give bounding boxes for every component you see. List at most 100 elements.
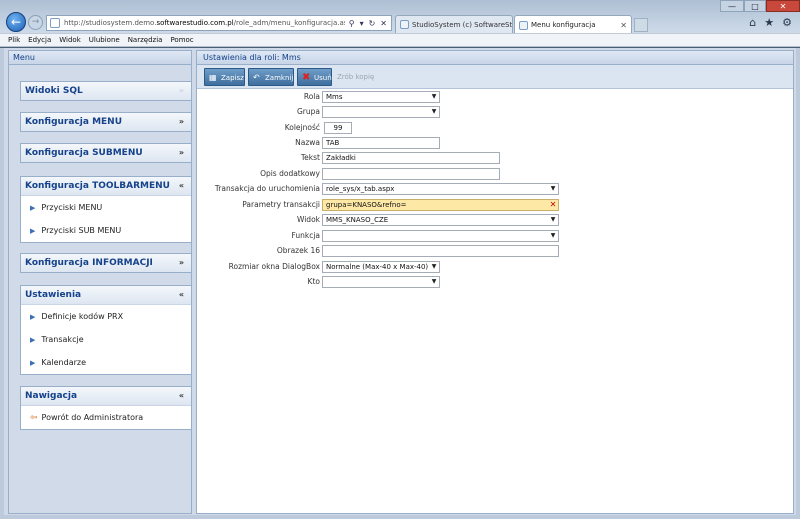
- close-tab-icon[interactable]: ✕: [620, 21, 627, 30]
- funkcja-select[interactable]: ▼: [322, 230, 559, 242]
- grupa-label: Grupa: [296, 107, 320, 116]
- widok-value: MMS_KNASO_CZE: [326, 216, 389, 224]
- section-title: Konfiguracja SUBMENU: [25, 148, 143, 158]
- section-header[interactable]: Konfiguracja TOOLBARMENU «: [21, 177, 191, 195]
- widok-label: Widok: [296, 215, 320, 224]
- new-tab-button[interactable]: [634, 18, 648, 32]
- parametry-input[interactable]: grupa=KNASO&refno= ✕: [322, 199, 559, 211]
- section-body: ▶ Przyciski MENU ▶ Przyciski SUB MENU: [21, 195, 191, 242]
- nav-powrot-administratora[interactable]: ⇦ Powrót do Administratora: [21, 406, 191, 429]
- section-body: ⇦ Powrót do Administratora: [21, 405, 191, 429]
- section-header[interactable]: Widoki SQL »: [21, 82, 191, 100]
- menu-ulubione[interactable]: Ulubione: [89, 36, 120, 44]
- chevron-down-icon[interactable]: ▼: [548, 231, 558, 241]
- nav-przyciski-menu[interactable]: ▶ Przyciski MENU: [21, 196, 191, 219]
- refresh-icon[interactable]: ↻: [369, 19, 376, 28]
- save-button[interactable]: ▦ Zapisz: [204, 68, 245, 86]
- rola-select[interactable]: Mms ▼: [322, 91, 440, 103]
- kolejnosc-input[interactable]: 99: [324, 122, 352, 134]
- collapse-icon[interactable]: «: [179, 387, 184, 405]
- expand-icon[interactable]: »: [179, 82, 184, 100]
- row-grupa: Grupa ▼: [197, 106, 795, 119]
- section-title: Konfiguracja MENU: [25, 117, 123, 127]
- browser-right-icons: ⌂ ★ ⚙: [749, 16, 792, 29]
- favorites-star-icon[interactable]: ★: [764, 16, 774, 29]
- collapse-icon[interactable]: «: [179, 286, 184, 304]
- address-bar[interactable]: http://studiosystem.demo.softwarestudio.…: [46, 15, 392, 31]
- rozmiar-value: Normalne (Max-40 x Max-40): [326, 263, 429, 271]
- arrow-right-icon: ▶: [30, 312, 36, 321]
- stop-icon[interactable]: ✕: [380, 19, 387, 28]
- section-nawigacja: Nawigacja « ⇦ Powrót do Administratora: [20, 386, 192, 430]
- home-icon[interactable]: ⌂: [749, 16, 756, 29]
- transakcja-select[interactable]: role_sys/x_tab.aspx ▼: [322, 183, 559, 195]
- minimize-button[interactable]: —: [720, 0, 744, 12]
- nav-przyciski-sub-menu[interactable]: ▶ Przyciski SUB MENU: [21, 219, 191, 242]
- section-header[interactable]: Konfiguracja INFORMACJI »: [21, 254, 191, 272]
- tab-studiosystem[interactable]: StudioSystem (c) SoftwareStud...: [395, 15, 513, 33]
- search-icon[interactable]: ⚲: [349, 19, 355, 28]
- row-rozmiar: Rozmiar okna DialogBox Normalne (Max-40 …: [197, 261, 795, 274]
- nav-item-label: Przyciski SUB MENU: [41, 226, 122, 235]
- maximize-button[interactable]: □: [744, 0, 766, 12]
- delete-button[interactable]: ✖ Usuń: [297, 68, 332, 86]
- expand-icon[interactable]: »: [179, 254, 184, 272]
- nav-item-label: Transakcje: [41, 335, 84, 344]
- chevron-down-icon[interactable]: ▼: [429, 277, 439, 287]
- close-button[interactable]: ↶ Zamknij: [248, 68, 294, 86]
- nav-item-label: Definicje kodów PRX: [41, 312, 124, 321]
- chevron-down-icon[interactable]: ▼: [429, 262, 439, 272]
- clear-x-icon[interactable]: ✕: [548, 200, 558, 210]
- menu-narzedzia[interactable]: Narzędzia: [128, 36, 163, 44]
- expand-icon[interactable]: »: [179, 144, 184, 162]
- tab-label: StudioSystem (c) SoftwareStud...: [412, 20, 513, 29]
- dropdown-icon[interactable]: ▾: [360, 19, 364, 28]
- rozmiar-select[interactable]: Normalne (Max-40 x Max-40) ▼: [322, 261, 440, 273]
- grupa-select[interactable]: ▼: [322, 106, 440, 118]
- section-header[interactable]: Konfiguracja MENU »: [21, 113, 191, 131]
- opis-input[interactable]: [322, 168, 500, 180]
- chevron-down-icon[interactable]: ▼: [429, 92, 439, 102]
- collapse-icon[interactable]: «: [179, 177, 184, 195]
- copy-button[interactable]: Zrób kopię: [337, 68, 391, 86]
- nazwa-label: Nazwa: [295, 138, 320, 147]
- arrow-right-icon: ▶: [30, 226, 36, 235]
- chevron-down-icon[interactable]: ▼: [548, 215, 558, 225]
- section-header[interactable]: Konfiguracja SUBMENU »: [21, 144, 191, 162]
- row-parametry: Parametry transakcji grupa=KNASO&refno= …: [197, 199, 795, 212]
- close-window-button[interactable]: ✕: [766, 0, 800, 12]
- delete-x-icon: ✖: [302, 72, 311, 83]
- rola-value: Mms: [326, 93, 343, 101]
- settings-gear-icon[interactable]: ⚙: [782, 16, 792, 29]
- section-title: Nawigacja: [25, 391, 78, 401]
- back-arrow-icon[interactable]: ←: [6, 12, 26, 32]
- menu-edycja[interactable]: Edycja: [28, 36, 51, 44]
- nav-transakcje[interactable]: ▶ Transakcje: [21, 328, 191, 351]
- forward-arrow-icon[interactable]: →: [28, 15, 43, 30]
- page-favicon-icon: [50, 18, 60, 28]
- kto-select[interactable]: ▼: [322, 276, 440, 288]
- obrazek-input[interactable]: [322, 245, 559, 257]
- row-obrazek: Obrazek 16: [197, 245, 795, 258]
- expand-icon[interactable]: »: [179, 113, 184, 131]
- nav-kalendarze[interactable]: ▶ Kalendarze: [21, 351, 191, 374]
- browser-menubar: Plik Edycja Widok Ulubione Narzędzia Pom…: [0, 33, 800, 47]
- chevron-down-icon[interactable]: ▼: [548, 184, 558, 194]
- row-funkcja: Funkcja ▼: [197, 230, 795, 243]
- tekst-input[interactable]: Zakładki: [322, 152, 500, 164]
- chevron-down-icon[interactable]: ▼: [429, 107, 439, 117]
- menu-pomoc[interactable]: Pomoc: [170, 36, 193, 44]
- section-header[interactable]: Nawigacja «: [21, 387, 191, 405]
- delete-label: Usuń: [314, 74, 332, 82]
- arrow-right-icon: ▶: [30, 335, 36, 344]
- nazwa-input[interactable]: TAB: [322, 137, 440, 149]
- widok-select[interactable]: MMS_KNASO_CZE ▼: [322, 214, 559, 226]
- page-area: Menu Widoki SQL » Konfiguracja MENU » Ko…: [0, 48, 800, 519]
- row-opis: Opis dodatkowy: [197, 168, 795, 181]
- nav-definicje-kodow[interactable]: ▶ Definicje kodów PRX: [21, 305, 191, 328]
- section-header[interactable]: Ustawienia «: [21, 286, 191, 304]
- menu-widok[interactable]: Widok: [59, 36, 81, 44]
- tab-menu-konfiguracja[interactable]: Menu konfiguracja ✕: [514, 15, 632, 34]
- back-arrow-icon: ⇦: [30, 412, 38, 423]
- menu-plik[interactable]: Plik: [8, 36, 20, 44]
